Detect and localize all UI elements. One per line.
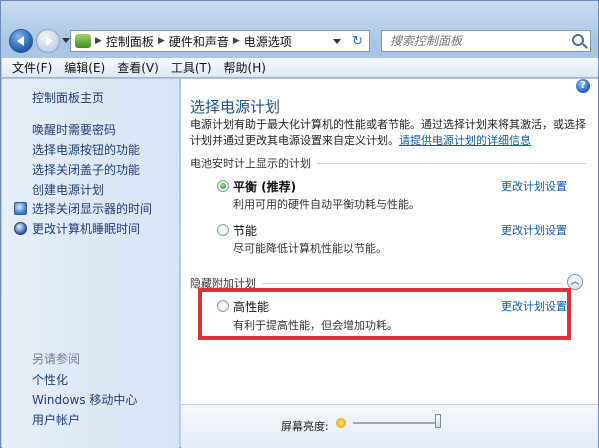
sidebar-link-label: 更改计算机睡眠时间 [32,222,141,236]
section-label: 电池安时计上显示的计划 [190,157,311,170]
divider [317,162,586,164]
sidebar-link-user-accounts[interactable]: 用户帐户 [32,411,80,428]
address-dropdown-icon[interactable] [333,39,341,44]
plan-name-power-saver[interactable]: 节能 [233,222,257,239]
plan-desc-balanced: 利用可用的硬件自动平衡功耗与性能。 [233,198,420,211]
sidebar-link-display-off[interactable]: 选择关闭显示器的时间 [14,200,152,217]
menu-tools[interactable]: 工具(T) [165,59,218,76]
history-dropdown-icon[interactable] [62,38,70,43]
change-plan-settings-power-saver[interactable]: 更改计划设置 [501,222,567,238]
forward-arrow-icon [45,36,53,46]
menu-view[interactable]: 查看(V) [111,59,165,76]
sidebar-link-lid-close[interactable]: 选择关闭盖子的功能 [32,161,140,178]
brightness-label: 屏幕亮度: [281,420,329,433]
menu-edit[interactable]: 编辑(E) [58,59,111,76]
help-icon[interactable]: ? [576,79,590,93]
page-title: 选择电源计划 [190,98,281,116]
address-bar[interactable]: ▶ 控制面板 ▶ 硬件和声音 ▶ 电源选项 ↻ [70,30,370,52]
sidebar-link-power-buttons[interactable]: 选择电源按钮的功能 [32,141,140,158]
sidebar-link-personalization[interactable]: 个性化 [32,371,68,388]
back-arrow-icon [16,36,24,46]
search-icon[interactable] [572,34,584,46]
control-panel-icon [75,34,91,48]
brightness-bar: 屏幕亮度: [181,404,598,448]
breadcrumb-separator-icon[interactable]: ▶ [233,36,240,46]
plan-name-balanced[interactable]: 平衡 (推荐) [233,178,296,195]
forward-button[interactable] [36,29,60,53]
brightness-sun-icon [336,418,346,428]
plan-details-link[interactable]: 请提供电源计划的详细信息 [399,134,531,147]
menu-help[interactable]: 帮助(H) [218,59,272,76]
main-content: ? 选择电源计划 电源计划有助于最大化计算机的性能或者节能。通过选择计划来将其激… [181,79,598,448]
brightness-slider-track[interactable] [353,422,439,424]
refresh-icon[interactable]: ↻ [352,34,363,49]
sidebar-link-sleep-time[interactable]: 更改计算机睡眠时间 [14,220,140,237]
plan-desc-power-saver: 尽可能降低计算机性能以节能。 [233,242,387,255]
title-bar: ▶ 控制面板 ▶ 硬件和声音 ▶ 电源选项 ↻ [1,1,598,57]
highlight-box [198,288,571,340]
sidebar-link-mobility-center[interactable]: Windows 移动中心 [32,391,137,408]
sidebar-link-require-password[interactable]: 唤醒时需要密码 [32,121,116,138]
brightness-slider-thumb[interactable] [435,414,441,428]
sidebar-link-create-plan[interactable]: 创建电源计划 [32,181,104,198]
menu-file[interactable]: 文件(F) [6,59,58,76]
breadcrumb-power-options[interactable]: 电源选项 [244,33,292,50]
control-panel-window: ▶ 控制面板 ▶ 硬件和声音 ▶ 电源选项 ↻ 文件(F) 编辑(E) 查看(V… [0,0,599,448]
menu-bar: 文件(F) 编辑(E) 查看(V) 工具(T) 帮助(H) [2,58,598,78]
sleep-icon [14,222,27,235]
sidebar-link-control-panel-home[interactable]: 控制面板主页 [32,89,104,106]
plan-radio-power-saver[interactable] [217,224,229,236]
divider [262,282,562,284]
sidebar: 控制面板主页 唤醒时需要密码 选择电源按钮的功能 选择关闭盖子的功能 创建电源计… [2,79,180,448]
plan-radio-balanced[interactable] [217,180,229,192]
monitor-icon [14,202,27,215]
back-button[interactable] [9,29,33,53]
battery-meter-section-header: 电池安时计上显示的计划 [190,155,586,171]
breadcrumb-separator-icon[interactable]: ▶ [158,36,165,46]
breadcrumb-hardware-sound[interactable]: 硬件和声音 [169,33,229,50]
sidebar-link-label: 选择关闭显示器的时间 [32,202,153,216]
change-plan-settings-balanced[interactable]: 更改计划设置 [501,178,567,194]
page-description: 电源计划有助于最大化计算机的性能或者节能。通过选择计划来将其激活，或选择计划并通… [190,117,590,149]
breadcrumb-control-panel[interactable]: 控制面板 [106,33,154,50]
see-also-heading: 另请参阅 [32,352,81,366]
search-box [381,30,591,52]
breadcrumb-separator-icon[interactable]: ▶ [95,36,102,46]
search-input[interactable] [390,34,560,48]
